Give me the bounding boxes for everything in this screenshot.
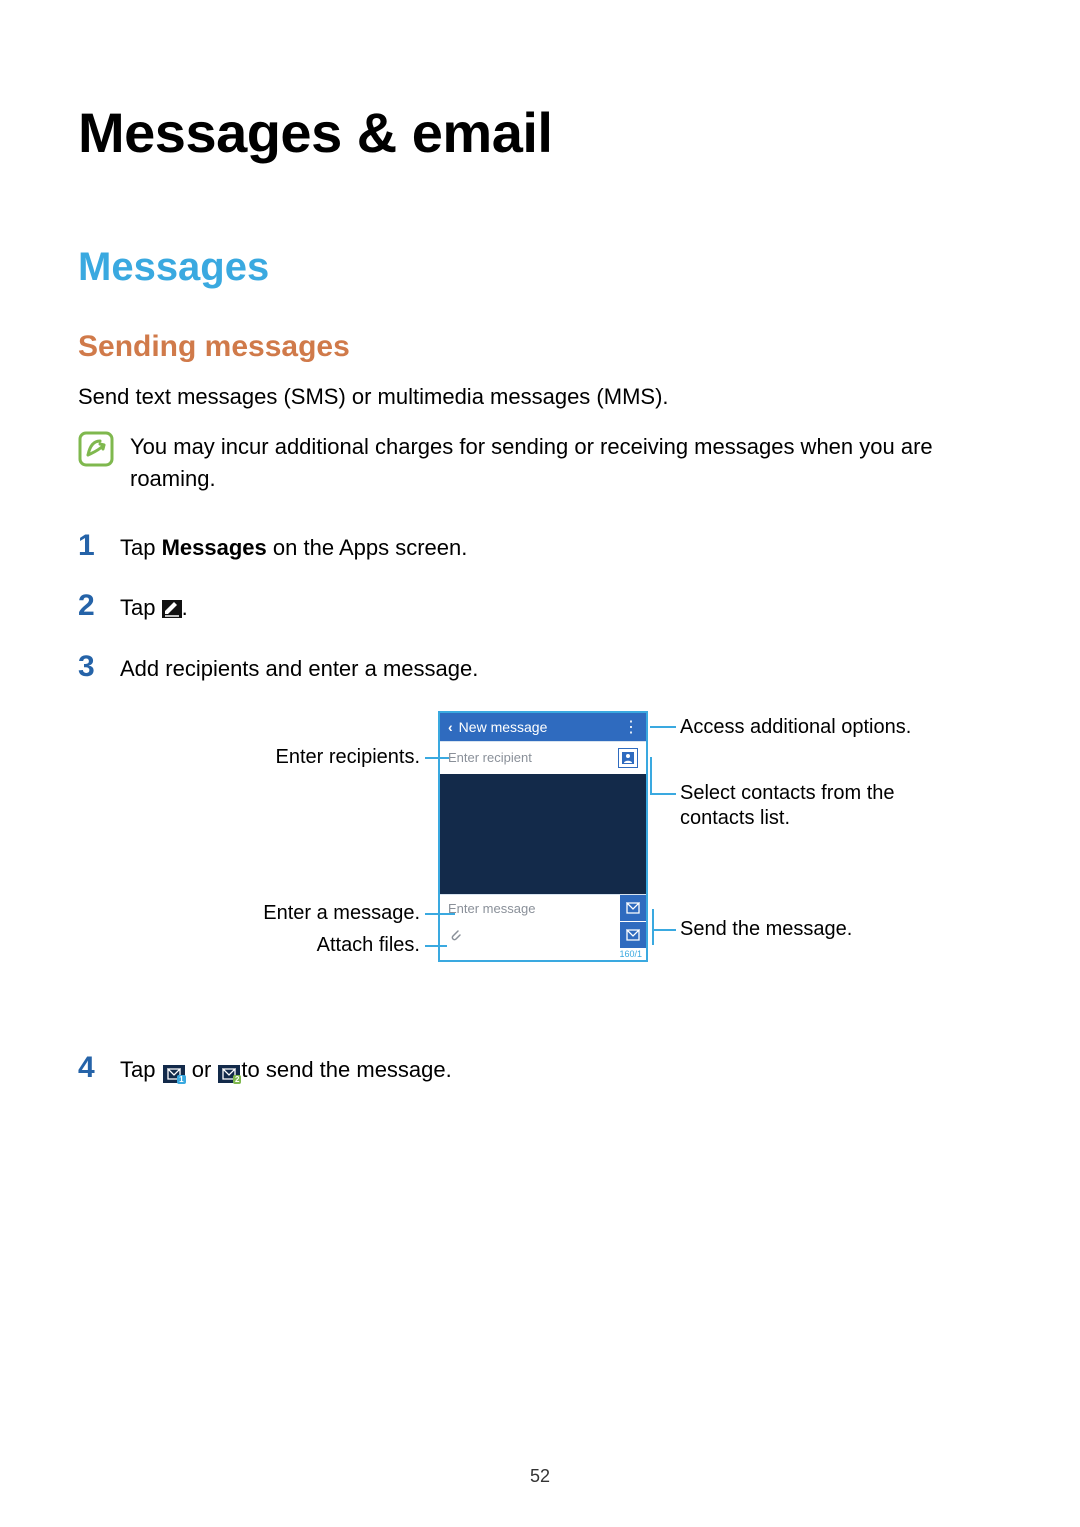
step4-mid: or xyxy=(186,1057,218,1082)
send-sim1-icon: 1 xyxy=(163,1065,185,1083)
chapter-title: Messages & email xyxy=(78,100,1002,165)
message-placeholder: Enter message xyxy=(440,895,620,922)
phone-body xyxy=(440,774,646,894)
step-text: Tap Messages on the Apps screen. xyxy=(120,533,467,564)
step2-pre: Tap xyxy=(120,595,162,620)
section-title: Messages xyxy=(78,245,1002,290)
compose-icon xyxy=(162,595,182,620)
step-number: 3 xyxy=(78,650,100,684)
lead-line xyxy=(650,757,652,795)
step-number: 1 xyxy=(78,529,100,563)
step-1: 1 Tap Messages on the Apps screen. xyxy=(78,529,1002,564)
callout-enter-recipients: Enter recipients. xyxy=(160,745,420,770)
step-3: 3 Add recipients and enter a message. xyxy=(78,650,1002,685)
intro-text: Send text messages (SMS) or multimedia m… xyxy=(78,382,1002,413)
lead-line xyxy=(425,913,455,915)
more-options-icon: ⋮ xyxy=(623,717,638,737)
step-number: 2 xyxy=(78,589,100,623)
new-message-diagram: ‹ New message ⋮ Enter recipient Enter me… xyxy=(160,711,920,1011)
phone-header: ‹ New message ⋮ xyxy=(440,713,646,741)
lead-line xyxy=(425,757,449,759)
send-sim2-icon: 2 xyxy=(218,1065,240,1083)
step1-bold: Messages xyxy=(162,535,267,560)
attach-icon xyxy=(440,923,470,947)
phone-footer: Enter message 160/1 xyxy=(440,894,646,960)
contacts-icon xyxy=(618,748,638,768)
phone-mock: ‹ New message ⋮ Enter recipient Enter me… xyxy=(438,711,648,962)
step-text: Tap 1 or 2to send the message. xyxy=(120,1055,452,1086)
step-text: Tap . xyxy=(120,593,188,624)
note-text: You may incur additional charges for sen… xyxy=(130,431,1002,495)
step4-pre: Tap xyxy=(120,1057,162,1082)
step1-pre: Tap xyxy=(120,535,162,560)
step-4: 4 Tap 1 or 2to send the message. xyxy=(78,1051,1002,1086)
callout-additional-options: Access additional options. xyxy=(680,715,920,740)
note-icon xyxy=(78,431,114,469)
lead-line xyxy=(652,929,676,931)
callout-select-contacts: Select contacts from the contacts list. xyxy=(680,781,920,831)
step-text: Add recipients and enter a message. xyxy=(120,654,478,685)
send-sim1-icon xyxy=(620,895,646,921)
back-chevron-icon: ‹ xyxy=(448,719,453,735)
step2-post: . xyxy=(182,595,188,620)
lead-line xyxy=(650,793,676,795)
step-2: 2 Tap . xyxy=(78,589,1002,624)
lead-line xyxy=(652,909,654,945)
recipient-field-row: Enter recipient xyxy=(440,741,646,774)
subsection-title: Sending messages xyxy=(78,330,1002,364)
callout-attach-files: Attach files. xyxy=(160,933,420,958)
callout-enter-message: Enter a message. xyxy=(160,901,420,926)
note-block: You may incur additional charges for sen… xyxy=(78,431,1002,495)
page-number: 52 xyxy=(0,1466,1080,1487)
char-counter: 160/1 xyxy=(440,948,646,960)
step-number: 4 xyxy=(78,1051,100,1085)
send-sim2-icon xyxy=(620,922,646,948)
recipient-placeholder: Enter recipient xyxy=(448,750,532,765)
lead-line xyxy=(650,726,676,728)
step4-post: to send the message. xyxy=(241,1057,451,1082)
lead-line xyxy=(425,945,447,947)
callout-send-message: Send the message. xyxy=(680,917,920,942)
step1-post: on the Apps screen. xyxy=(267,535,468,560)
phone-header-title: New message xyxy=(459,719,548,735)
